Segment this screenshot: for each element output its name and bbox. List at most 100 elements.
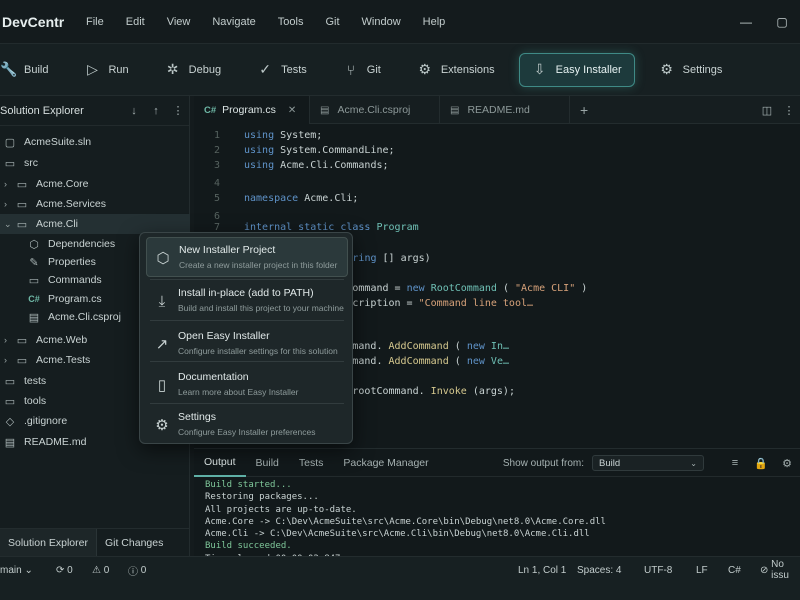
- toolbar-settings-button[interactable]: ⚙ Settings: [647, 53, 735, 87]
- status-bar: main ⌄ ⟳ 0 ⚠ 0 ⓘ 0 Ln 1, Col 1 Spaces: 4…: [0, 556, 800, 600]
- language-mode[interactable]: C#: [728, 557, 741, 583]
- code-token: using: [244, 145, 275, 156]
- download-icon: ⤓: [158, 292, 166, 310]
- tree-item-label: tools: [24, 395, 47, 407]
- folder-icon: ▭: [16, 334, 28, 347]
- tree-item-label: Program.cs: [48, 293, 102, 305]
- tab-output-package-manager[interactable]: Package Manager: [333, 449, 438, 477]
- tab-program-cs[interactable]: C# Program.cs ✕: [194, 96, 310, 124]
- toolbar-label: Build: [24, 63, 49, 76]
- menu-item-label: Install in-place (add to PATH): [178, 287, 314, 299]
- tab-readme-md[interactable]: ▤ README.md: [440, 96, 570, 124]
- menu-item-text: Settings Configure Easy Installer prefere…: [178, 405, 316, 437]
- toolbar-easy-installer-button[interactable]: ⇩ Easy Installer: [518, 52, 635, 87]
- menu-navigate[interactable]: Navigate: [212, 16, 255, 28]
- menu-item-documentation[interactable]: ▯ Documentation Learn more about Easy Inst…: [146, 365, 348, 405]
- toolbar-tests-button[interactable]: ✓ Tests: [245, 53, 319, 87]
- menu-item-install-in-place-add-to-path[interactable]: ⤓ Install in-place (add to PATH) Build and…: [146, 281, 348, 321]
- tree-item[interactable]: ▢ AcmeSuite.sln: [0, 132, 190, 152]
- menu-item-text: New Installer Project Create a new instal…: [179, 238, 337, 270]
- folder-icon: ▭: [16, 354, 28, 367]
- code-token: Acme.Cli;: [304, 193, 359, 204]
- warning-status[interactable]: ⚠ 0: [92, 557, 109, 583]
- menu-tools[interactable]: Tools: [278, 16, 304, 28]
- file-icon: ▤: [320, 104, 330, 116]
- menu-separator: [150, 279, 344, 280]
- code-token: ): [581, 283, 588, 294]
- toolbar-git-button[interactable]: ⑂ Git: [331, 53, 393, 87]
- window-controls: — ▢: [728, 0, 800, 44]
- toolbar-label: Tests: [281, 63, 307, 76]
- menu-window[interactable]: Window: [362, 16, 401, 28]
- encoding[interactable]: UTF-8: [644, 557, 672, 583]
- tree-item[interactable]: › ▭ Acme.Core: [0, 174, 190, 194]
- sync-status[interactable]: ⟳ 0: [56, 557, 73, 583]
- toolbar-build-button[interactable]: 🔧 Build: [0, 53, 60, 87]
- code-line: namespace Acme.Cli;: [244, 193, 358, 204]
- cursor-position[interactable]: Ln 1, Col 1: [518, 557, 566, 583]
- tab-solution-explorer[interactable]: Solution Explorer: [0, 529, 97, 556]
- chevron-icon: ›: [4, 199, 7, 209]
- tab-acme-cli-csproj[interactable]: ▤ Acme.Cli.csproj: [310, 96, 440, 124]
- line-ending[interactable]: LF: [696, 557, 708, 583]
- build-icon: 🔧: [0, 61, 18, 77]
- toolbar: 🔧 Build ▷ Run ✲ Debug ✓ Tests ⑂ Git ⚙ Extensions ⇩ Ea…: [0, 44, 800, 96]
- output-line: Acme.Cli -> C:\Dev\AcmeSuite\src\Acme.Cl…: [205, 529, 590, 540]
- split-editor-icon[interactable]: ◫: [756, 104, 778, 117]
- maximize-icon[interactable]: ▢: [764, 15, 800, 29]
- menu-file[interactable]: File: [86, 16, 104, 28]
- settings-icon[interactable]: ⚙: [774, 457, 800, 470]
- explorer-header: Solution Explorer ↓ ↑ ⋮: [0, 96, 189, 126]
- indentation[interactable]: Spaces: 4: [577, 557, 621, 583]
- tab-output-tests[interactable]: Tests: [289, 449, 334, 477]
- tab-output-output[interactable]: Output: [194, 449, 246, 477]
- wrench-icon: ✎: [29, 256, 39, 269]
- menu-help[interactable]: Help: [423, 16, 446, 28]
- new-tab-icon[interactable]: +: [570, 96, 598, 123]
- tree-item[interactable]: › ▭ Acme.Services: [0, 194, 190, 214]
- tab-output-build[interactable]: Build: [246, 449, 289, 477]
- toolbar-extensions-button[interactable]: ⚙ Extensions: [405, 53, 507, 87]
- menu-item-text: Documentation Learn more about Easy Insta…: [178, 365, 298, 397]
- error-count: 0: [140, 564, 147, 576]
- code-token: Program: [376, 222, 419, 233]
- arrow-down-icon[interactable]: ↓: [123, 105, 145, 117]
- lock-icon[interactable]: 🔒: [748, 457, 774, 470]
- toolbar-debug-button[interactable]: ✲ Debug: [153, 53, 233, 87]
- more-options-icon[interactable]: ⋮: [167, 104, 189, 117]
- app-title: DevCentr: [2, 13, 65, 30]
- menu-git[interactable]: Git: [325, 16, 339, 28]
- line-number: 6: [213, 211, 220, 222]
- minimize-icon[interactable]: —: [728, 15, 764, 29]
- tab-git-changes[interactable]: Git Changes: [97, 529, 171, 556]
- tree-item[interactable]: ▭ src: [0, 153, 190, 173]
- branch-status[interactable]: main ⌄: [0, 557, 33, 583]
- menu-item-settings[interactable]: ⚙ Settings Configure Easy Installer prefer…: [146, 405, 348, 445]
- line-number: 3: [213, 160, 220, 171]
- arrow-up-icon[interactable]: ↑: [145, 105, 167, 117]
- menu-item-new-installer-project[interactable]: ⬡ New Installer Project Create a new insta…: [146, 237, 348, 277]
- menu-item-description: Create a new installer project in this f…: [179, 260, 338, 270]
- menu-item-description: Configure installer settings for this so…: [178, 346, 338, 356]
- output-source-select[interactable]: Build ⌄: [592, 455, 704, 471]
- code-token: using: [244, 130, 275, 141]
- menu-view[interactable]: View: [167, 16, 191, 28]
- menu-item-text: Install in-place (add to PATH) Build and …: [178, 281, 344, 313]
- menu-item-open-easy-installer[interactable]: ↗ Open Easy Installer Configure installer …: [146, 324, 348, 364]
- code-token: AddCommand: [388, 356, 449, 367]
- toolbar-label: Extensions: [440, 63, 495, 76]
- tree-item-label: Commands: [48, 274, 102, 286]
- code-token: (: [454, 356, 461, 367]
- error-status[interactable]: ⓘ 0: [128, 557, 146, 583]
- problems-status[interactable]: ⊘ No issu: [760, 557, 800, 583]
- line-number: 2: [213, 145, 220, 156]
- file-icon: ▤: [450, 104, 460, 116]
- more-options-icon[interactable]: ⋮: [778, 104, 800, 117]
- menu-edit[interactable]: Edit: [126, 16, 145, 28]
- problems-text: No issu: [771, 559, 789, 581]
- close-icon[interactable]: ✕: [288, 105, 296, 116]
- tree-item[interactable]: ⌄ ▭ Acme.Cli: [0, 214, 190, 234]
- toolbar-run-button[interactable]: ▷ Run: [72, 53, 140, 87]
- clear-output-icon[interactable]: ≡: [722, 457, 748, 469]
- extensions-icon: ⚙: [418, 61, 432, 77]
